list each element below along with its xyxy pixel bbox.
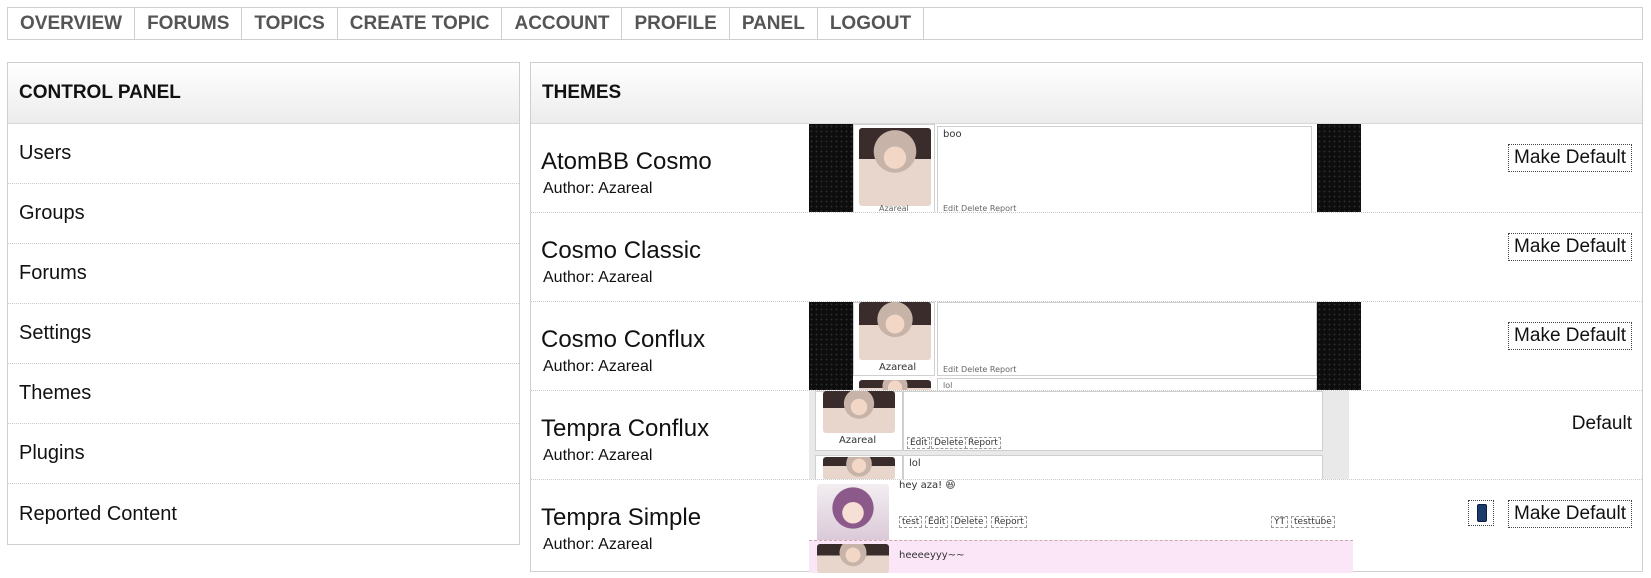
sidebar-item-forums[interactable]: Forums <box>8 244 519 304</box>
avatar <box>823 391 895 433</box>
nav-topics[interactable]: TOPICS <box>242 8 338 39</box>
make-default-button[interactable]: Make Default <box>1508 322 1632 350</box>
preview-yt: YT <box>1271 516 1288 528</box>
theme-row: Cosmo Classic Author: Azareal Make Defau… <box>531 213 1642 302</box>
nav-create-topic[interactable]: CREATE TOPIC <box>338 8 503 39</box>
theme-name: Tempra Conflux <box>541 415 710 442</box>
make-default-button[interactable]: Make Default <box>1508 233 1632 261</box>
default-status-label: Default <box>1571 413 1632 434</box>
theme-preview-image: Azareal boo Edit Delete Report <box>809 124 1361 213</box>
theme-preview-image: Azareal Edit Delete Report lol <box>809 302 1361 390</box>
preview-edit: Edit <box>925 516 949 528</box>
preview-delete: Delete <box>951 516 987 528</box>
mobile-phone-icon[interactable] <box>1468 500 1494 526</box>
preview-post-text: boo <box>943 129 962 140</box>
sidebar-item-themes[interactable]: Themes <box>8 364 519 424</box>
avatar <box>859 128 931 206</box>
avatar <box>817 484 889 544</box>
theme-author: Author: Azareal <box>543 180 653 197</box>
theme-author: Author: Azareal <box>543 447 653 464</box>
theme-preview-image: Azareal Edit Delete Report lol <box>809 391 1349 479</box>
preview-reply-text: heeeeyyy~~ <box>899 550 965 561</box>
sidebar-item-settings[interactable]: Settings <box>8 304 519 364</box>
make-default-button[interactable]: Make Default <box>1508 144 1632 172</box>
preview-delete: Delete <box>931 437 967 449</box>
preview-username: Azareal <box>879 204 909 213</box>
nav-panel[interactable]: PANEL <box>730 8 818 39</box>
preview-next-text: lol <box>943 381 953 390</box>
control-panel-title: CONTROL PANEL <box>8 63 519 124</box>
make-default-button[interactable]: Make Default <box>1508 500 1632 528</box>
preview-post-text: hey aza! 😆 <box>899 480 956 491</box>
preview-testtube: testtube <box>1291 516 1335 528</box>
theme-row: Cosmo Conflux Author: Azareal Azareal Ed… <box>531 302 1642 391</box>
theme-row: AtomBB Cosmo Author: Azareal Azareal boo… <box>531 124 1642 213</box>
theme-name: AtomBB Cosmo <box>541 148 712 175</box>
preview-username: Azareal <box>839 435 877 446</box>
sidebar-item-reported-content[interactable]: Reported Content <box>8 484 519 544</box>
theme-name: Tempra Simple <box>541 504 702 531</box>
control-panel-sidebar: CONTROL PANEL Users Groups Forums Settin… <box>7 62 520 545</box>
nav-profile[interactable]: PROFILE <box>622 8 730 39</box>
theme-preview-image: hey aza! 😆 test Edit Delete Report YT te… <box>809 480 1353 573</box>
theme-row: Tempra Conflux Author: Azareal Azareal E… <box>531 391 1642 480</box>
preview-actions: Edit Delete Report <box>943 204 1017 213</box>
theme-author: Author: Azareal <box>543 269 653 286</box>
preview-edit: Edit <box>907 437 931 449</box>
nav-overview[interactable]: OVERVIEW <box>8 8 136 39</box>
theme-name: Cosmo Conflux <box>541 326 706 353</box>
nav-forums[interactable]: FORUMS <box>135 8 243 39</box>
sidebar-item-groups[interactable]: Groups <box>8 184 519 244</box>
themes-panel: THEMES AtomBB Cosmo Author: Azareal Azar… <box>530 62 1643 573</box>
sidebar-item-users[interactable]: Users <box>8 124 519 184</box>
preview-actions: Edit Delete Report <box>943 365 1017 374</box>
preview-next-text: lol <box>909 458 921 469</box>
preview-username: Azareal <box>879 362 917 373</box>
preview-report: Report <box>991 516 1027 528</box>
nav-account[interactable]: ACCOUNT <box>502 8 623 39</box>
sidebar-item-plugins[interactable]: Plugins <box>8 424 519 484</box>
theme-author: Author: Azareal <box>543 358 653 375</box>
themes-title: THEMES <box>531 63 1642 124</box>
nav-logout[interactable]: LOGOUT <box>818 8 925 39</box>
avatar <box>859 302 931 360</box>
top-navigation: OVERVIEW FORUMS TOPICS CREATE TOPIC ACCO… <box>7 7 1643 40</box>
preview-test: test <box>899 516 923 528</box>
preview-report: Report <box>965 437 1001 449</box>
theme-author: Author: Azareal <box>543 536 653 553</box>
theme-name: Cosmo Classic <box>541 237 702 264</box>
theme-row: Tempra Simple Author: Azareal hey aza! 😆… <box>531 480 1642 573</box>
